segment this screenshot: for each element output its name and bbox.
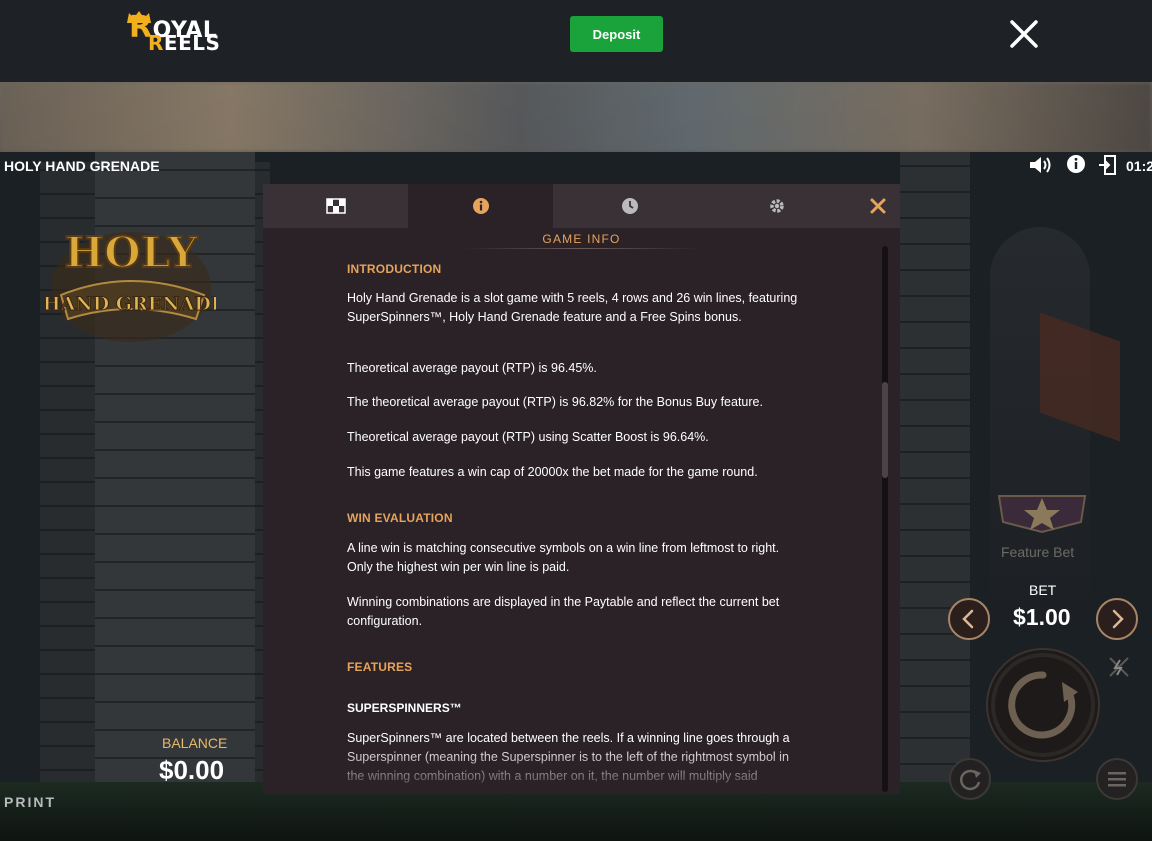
exit-icon[interactable]: [1098, 154, 1118, 181]
castle-turret-right: [990, 227, 1090, 627]
close-icon[interactable]: [1006, 16, 1042, 52]
win-evaluation-paragraph-2: Winning combinations are displayed in th…: [347, 595, 780, 628]
hamburger-menu-icon: [1108, 772, 1126, 787]
feature-bet-label[interactable]: Feature Bet: [1001, 544, 1074, 560]
modal-tabs: [263, 184, 900, 228]
logo-line-2: REELS: [148, 31, 221, 55]
section-title-win-evaluation: WIN EVALUATION: [347, 511, 453, 525]
modal-heading: GAME INFO: [542, 232, 621, 246]
logo-line-1: HOLY: [64, 228, 198, 277]
bet-label: BET: [1029, 582, 1057, 598]
logo-line-2: HAND GRENADE: [46, 293, 216, 315]
background-scenery: [0, 82, 1152, 152]
feature-bet-star-icon[interactable]: [995, 494, 1089, 534]
intro-paragraph-1: Holy Hand Grenade is a slot game with 5 …: [347, 291, 798, 324]
intro-paragraph-5: This game features a win cap of 20000x t…: [347, 465, 758, 479]
spin-icon: [991, 653, 1095, 757]
turbo-icon[interactable]: [1106, 654, 1132, 680]
info-icon[interactable]: [1066, 154, 1086, 179]
settings-icon: [769, 199, 784, 213]
intro-paragraph-2: Theoretical average payout (RTP) is 96.4…: [347, 361, 597, 375]
section-title-introduction: INTRODUCTION: [347, 262, 442, 276]
decrease-bet-button[interactable]: [948, 598, 990, 640]
autoplay-button[interactable]: [949, 758, 991, 800]
history-icon: [621, 198, 638, 214]
tab-history[interactable]: [557, 184, 702, 228]
increase-bet-button[interactable]: [1096, 598, 1138, 640]
close-icon: [870, 198, 886, 214]
deposit-button[interactable]: Deposit: [570, 16, 663, 52]
intro-paragraph-4: Theoretical average payout (RTP) using S…: [347, 430, 709, 444]
sound-icon[interactable]: [1028, 154, 1054, 181]
royal-reels-logo[interactable]: ROYAL REELS: [126, 10, 220, 54]
scrollbar-track[interactable]: [882, 246, 888, 792]
chevron-right-icon: [1112, 609, 1124, 629]
spin-button[interactable]: [986, 648, 1100, 762]
game-info-modal: GAME INFO INTRODUCTION Holy Hand Grenade…: [263, 184, 900, 794]
print-label: PRINT: [4, 794, 56, 810]
tab-settings[interactable]: [704, 184, 849, 228]
paytable-icon: [325, 198, 346, 214]
scrollbar-thumb[interactable]: [882, 382, 888, 478]
win-evaluation-paragraph-1: A line win is matching consecutive symbo…: [347, 541, 780, 574]
castle-wall-right: [900, 152, 970, 841]
bet-value: $1.00: [1013, 604, 1071, 630]
close-modal-button[interactable]: [856, 184, 900, 228]
content-fade: [263, 744, 900, 794]
info-icon: [472, 198, 489, 214]
section-title-features: FEATURES: [347, 660, 413, 674]
chevron-left-icon: [962, 609, 974, 629]
top-bar: ROYAL REELS Deposit: [0, 0, 1152, 82]
autoplay-icon: [959, 769, 981, 791]
tab-game-info[interactable]: [408, 184, 553, 228]
balance-label: BALANCE: [162, 735, 228, 751]
holy-hand-grenade-logo: HOLY HAND GRENADE: [46, 227, 216, 342]
menu-button[interactable]: [1096, 758, 1138, 800]
clock: 01:2: [1126, 158, 1152, 174]
balance-value: $0.00: [159, 755, 225, 785]
game-title: HOLY HAND GRENADE: [4, 158, 160, 174]
intro-paragraph-3: The theoretical average payout (RTP) is …: [347, 395, 763, 409]
tab-paytable[interactable]: [263, 184, 408, 228]
subsection-title-superspinners: SUPERSPINNERS™: [347, 701, 462, 715]
heading-divider: [463, 248, 700, 249]
